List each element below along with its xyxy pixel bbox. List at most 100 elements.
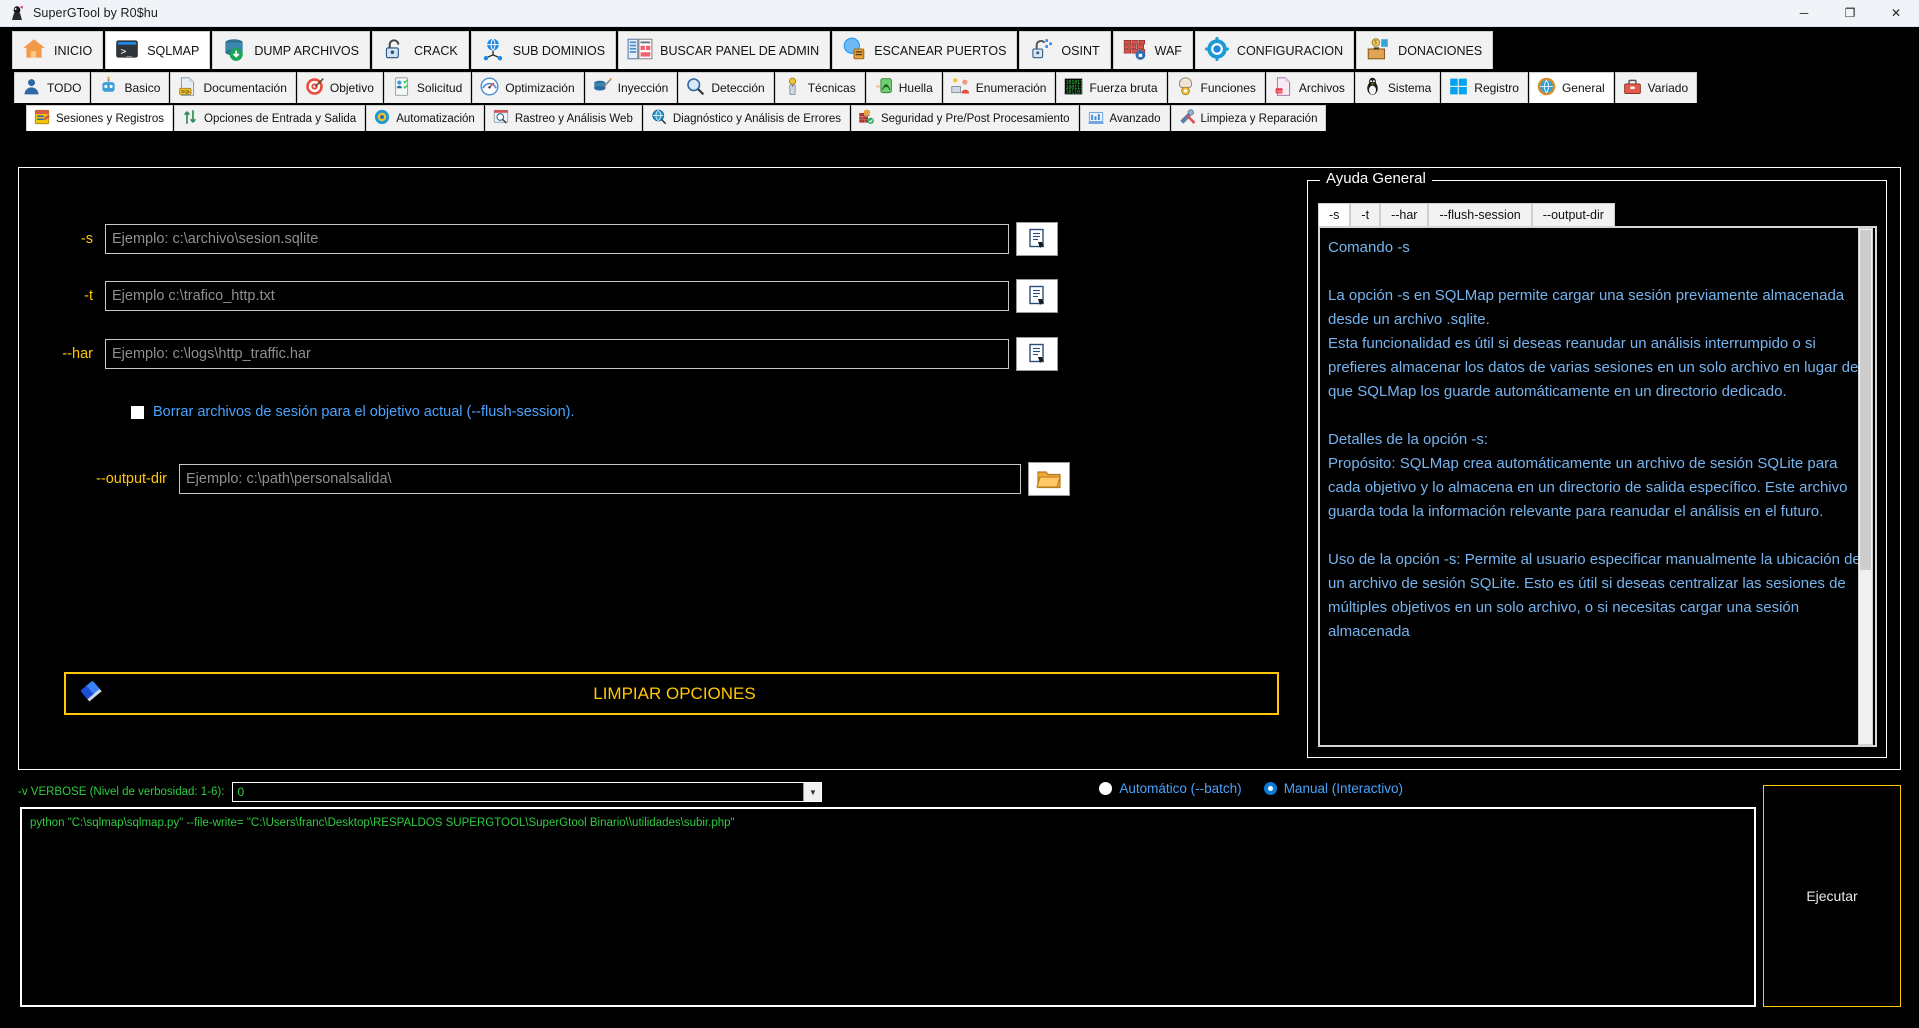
sub-tab-avanzado[interactable]: Avanzado: [1079, 105, 1170, 131]
sub-tab-label: Diagnóstico y Análisis de Errores: [672, 112, 841, 125]
secondary-tab-label: Objetivo: [329, 81, 374, 95]
main-tab-label: WAF: [1154, 43, 1182, 58]
main-tab-label: BUSCAR PANEL DE ADMIN: [660, 43, 820, 58]
secondary-tab-variado[interactable]: Variado: [1614, 72, 1698, 103]
help-groupbox: Ayuda General -s -t --har --flush-session --…: [1307, 170, 1887, 758]
file-browse-icon[interactable]: [1016, 337, 1058, 371]
secondary-tab-optimizaci-n[interactable]: Optimización: [472, 72, 584, 103]
session-file-input[interactable]: [105, 224, 1009, 254]
donate-icon: $: [1365, 36, 1391, 65]
command-console[interactable]: python "C:\sqlmap\sqlmap.py" --file-writ…: [20, 807, 1756, 1007]
secondary-tab-general[interactable]: General: [1528, 72, 1614, 103]
secondary-tab-label: Inyección: [617, 81, 669, 95]
secondary-tab-todo[interactable]: TODO: [14, 72, 91, 103]
clear-options-button[interactable]: LIMPIAR OPCIONES: [64, 672, 1279, 715]
secondary-tab-label: Fuerza bruta: [1089, 81, 1158, 95]
field-row-s: -s: [39, 222, 1058, 256]
verbose-bar: -v VERBOSE (Nivel de verbosidad: 1-6): 0…: [18, 779, 1901, 805]
mode-auto-radio[interactable]: Automático (--batch): [1099, 781, 1242, 796]
help-scrollbar-thumb[interactable]: [1860, 230, 1871, 570]
main-tab-escanear-puertos[interactable]: ESCANEAR PUERTOS: [832, 31, 1018, 69]
secondary-tab-documentaci-n[interactable]: SQL Documentación: [170, 72, 296, 103]
secondary-tab-label: Solicitud: [416, 81, 463, 95]
secondary-tab-enumeraci-n[interactable]: Enumeración: [942, 72, 1056, 103]
secondary-tab-solicitud[interactable]: Solicitud: [383, 72, 472, 103]
file-browse-icon[interactable]: [1016, 279, 1058, 313]
help-scrollbar[interactable]: [1858, 228, 1873, 745]
main-tab-label: INICIO: [54, 43, 93, 58]
mode-manual-radio[interactable]: Manual (Interactivo): [1263, 781, 1403, 796]
main-tab-buscar-panel-de-admin[interactable]: BUSCAR PANEL DE ADMIN: [618, 31, 831, 69]
main-tab-configuracion[interactable]: CONFIGURACION: [1194, 31, 1355, 69]
brick-shield-icon: [858, 108, 876, 129]
help-tab-har[interactable]: --har: [1380, 203, 1429, 226]
sub-tab-seguridad-y-pre-post-procesamiento[interactable]: Seguridad y Pre/Post Procesamiento: [850, 105, 1079, 131]
field-label-s: -s: [80, 231, 93, 247]
secondary-tab-sistema[interactable]: Sistema: [1354, 72, 1441, 103]
secondary-tab-fuerza-bruta[interactable]: 101011 100111 101101 Fuerza bruta: [1056, 72, 1167, 103]
main-tab-sub-dominios[interactable]: SUB DOMINIOS: [470, 31, 617, 69]
radio-dot-auto[interactable]: [1099, 782, 1113, 795]
verbose-select[interactable]: 0 ▼: [232, 782, 823, 802]
secondary-tab-label: Técnicas: [807, 81, 856, 95]
sub-tab-opciones-de-entrada-y-salida[interactable]: Opciones de Entrada y Salida: [174, 105, 366, 131]
field-row-output-dir: --output-dir: [39, 462, 1070, 496]
maximize-button[interactable]: ❐: [1827, 0, 1873, 27]
secondary-tab-label: TODO: [47, 81, 82, 95]
har-file-input[interactable]: [105, 339, 1009, 369]
app-icon: [9, 5, 25, 21]
field-row-t: -t: [39, 279, 1058, 313]
help-tab-output-dir[interactable]: --output-dir: [1531, 203, 1615, 226]
sub-tab-limpieza-y-reparaci-n[interactable]: Limpieza y Reparación: [1170, 105, 1327, 131]
chevron-down-icon[interactable]: ▼: [803, 783, 822, 801]
sub-tab-diagn-stico-y-an-lisis-de-errores[interactable]: Diagnóstico y Análisis de Errores: [642, 105, 850, 131]
help-tab-flush-session[interactable]: --flush-session: [1428, 203, 1532, 226]
secondary-tab-huella[interactable]: Huella: [865, 72, 942, 103]
main-tab-sqlmap[interactable]: >_ SQLMAP: [105, 31, 211, 69]
svg-text:SQL: SQL: [182, 89, 192, 95]
execute-button[interactable]: Ejecutar: [1763, 785, 1901, 1007]
secondary-tab-basico[interactable]: Basico: [91, 72, 170, 103]
main-tab-osint[interactable]: OSINT: [1019, 31, 1111, 69]
minimize-button[interactable]: ─: [1781, 0, 1827, 27]
main-tab-inicio[interactable]: INICIO: [12, 31, 104, 69]
main-tab-waf[interactable]: WAF: [1112, 31, 1193, 69]
secondary-tab-registro[interactable]: Registro: [1441, 72, 1528, 103]
sub-tab-rastreo-y-an-lisis-web[interactable]: Rastreo y Análisis Web: [484, 105, 642, 131]
output-dir-input[interactable]: [179, 464, 1021, 494]
sub-tab-automatizaci-n[interactable]: Automatización: [366, 105, 484, 131]
radio-dot-manual[interactable]: [1263, 782, 1277, 795]
file-browse-icon[interactable]: [1016, 222, 1058, 256]
flush-session-checkbox[interactable]: [131, 405, 144, 419]
secondary-tab-objetivo[interactable]: Objetivo: [296, 72, 383, 103]
main-tab-label: SUB DOMINIOS: [512, 43, 606, 58]
main-tab-crack[interactable]: CRACK: [371, 31, 469, 69]
sub-tab-sesiones-y-registros[interactable]: Sesiones y Registros: [26, 105, 174, 131]
help-tab-t[interactable]: -t: [1350, 203, 1381, 226]
flush-session-row[interactable]: Borrar archivos de sesión para el objeti…: [131, 404, 575, 420]
sub-tab-label: Avanzado: [1109, 112, 1161, 125]
secondary-tab-label: Optimización: [505, 81, 575, 95]
sub-tab-label: Seguridad y Pre/Post Procesamiento: [880, 112, 1070, 125]
secondary-tab-archivos[interactable]: root Archivos: [1265, 72, 1354, 103]
globe-network-icon: [480, 36, 506, 65]
advanced-icon: [1087, 108, 1105, 129]
secondary-tab-inyecci-n[interactable]: Inyección: [584, 72, 678, 103]
clear-options-label: LIMPIAR OPCIONES: [593, 683, 756, 703]
verbose-value: 0: [237, 785, 245, 799]
svg-text:101101: 101101: [1066, 90, 1083, 96]
main-ribbon: INICIO >_ SQLMAP DUMP ARCHIVOS CRACK SUB DOMI…: [0, 27, 1919, 69]
sub-tab-label: Automatización: [396, 112, 475, 125]
windows-icon: [1448, 76, 1469, 100]
main-tab-dump-archivos[interactable]: DUMP ARCHIVOS: [212, 31, 370, 69]
folder-browse-icon[interactable]: [1028, 462, 1070, 496]
close-button[interactable]: ✕: [1873, 0, 1919, 27]
secondary-tab-funciones[interactable]: Funciones: [1167, 72, 1265, 103]
robot-icon: [98, 76, 119, 100]
traffic-file-input[interactable]: [105, 281, 1009, 311]
help-tab-s[interactable]: -s: [1318, 203, 1351, 226]
secondary-tab-t-cnicas[interactable]: Técnicas: [774, 72, 865, 103]
secondary-tab-detecci-n[interactable]: Detección: [678, 72, 774, 103]
main-tab-donaciones[interactable]: $ DONACIONES: [1356, 31, 1494, 69]
main-tab-label: SQLMAP: [147, 43, 200, 58]
